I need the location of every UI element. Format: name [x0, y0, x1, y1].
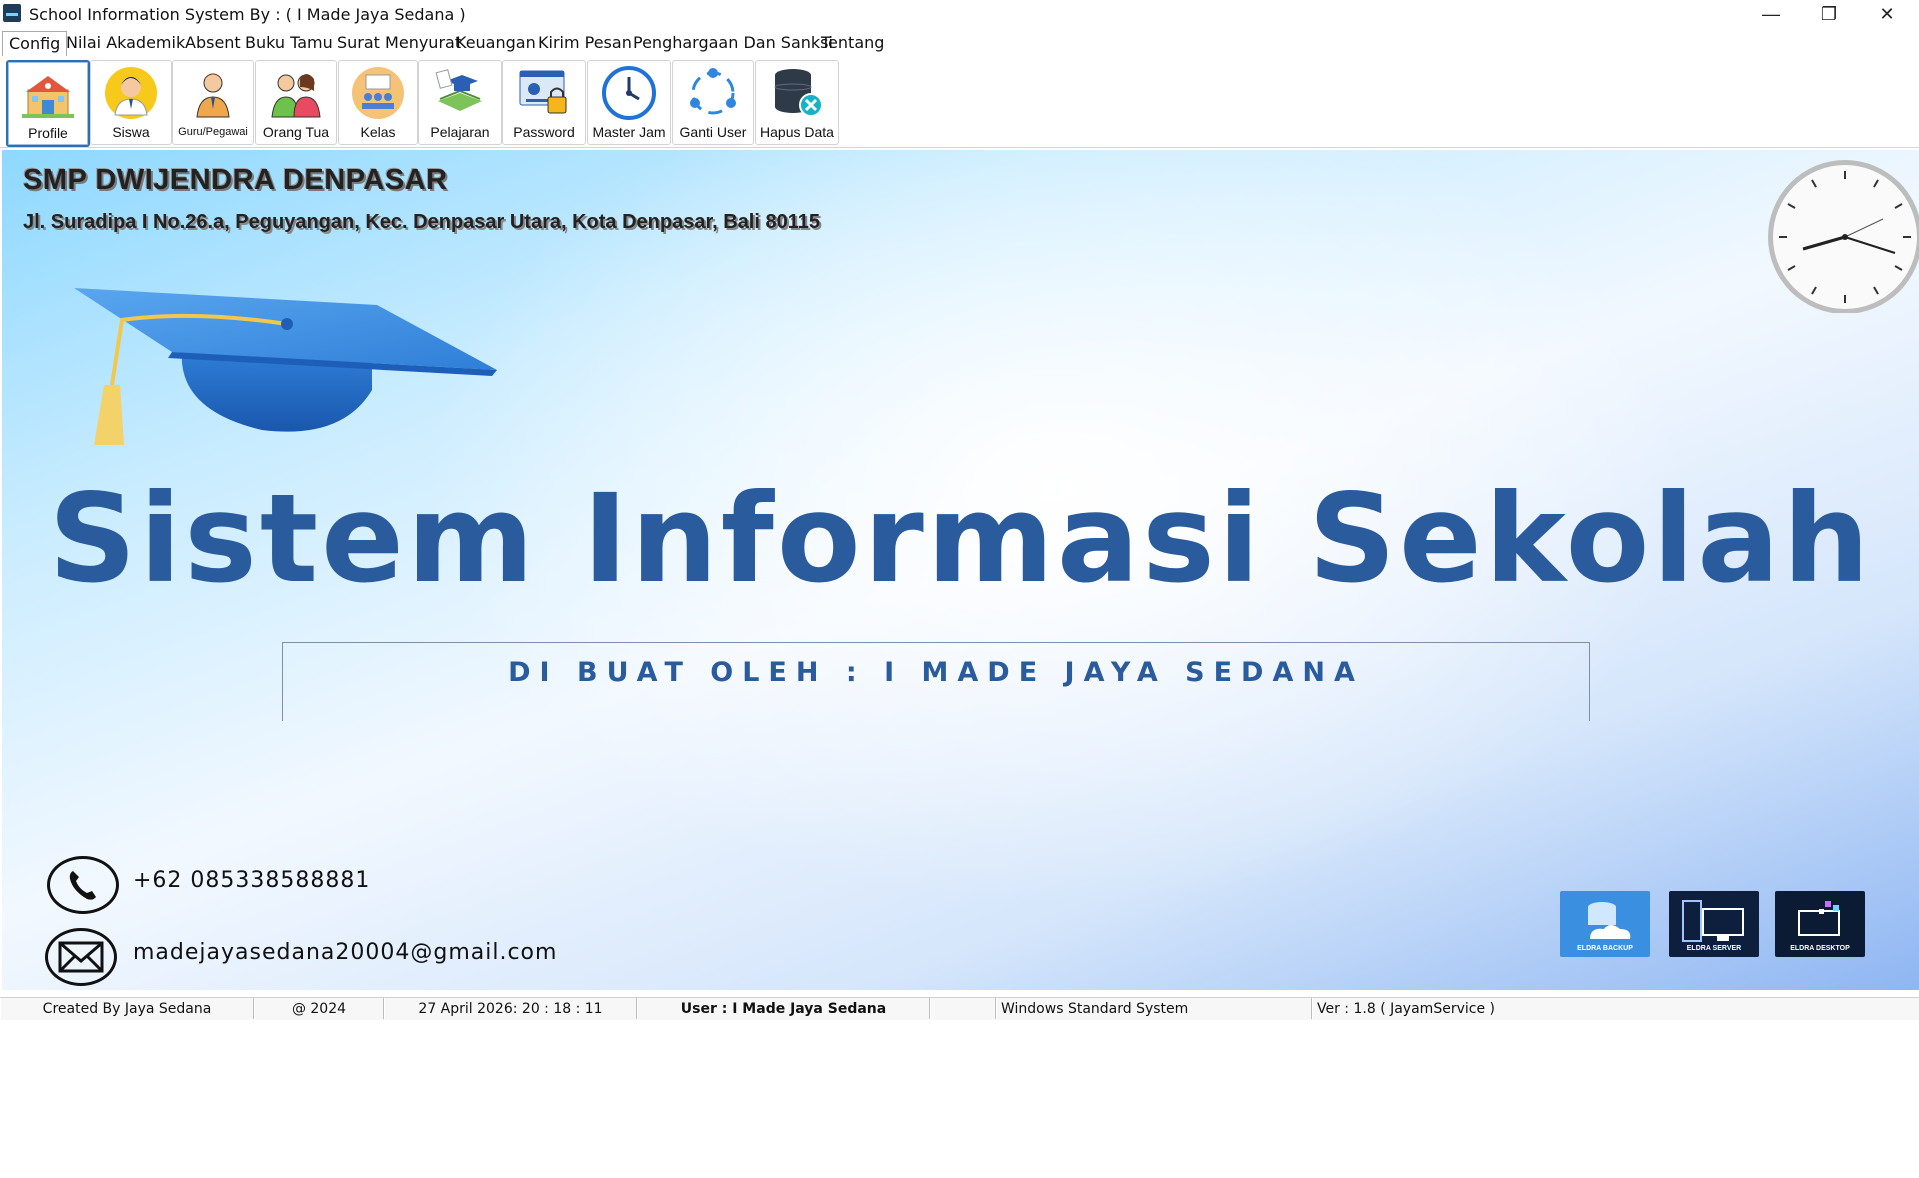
email-icon	[45, 928, 117, 986]
phone-icon	[47, 856, 119, 914]
toolbar-ganti-user-button[interactable]: Ganti User	[672, 60, 754, 145]
toolbar-label: Kelas	[360, 124, 396, 140]
minimize-button[interactable]: —	[1742, 0, 1800, 29]
status-datetime: 27 April 2026: 20 : 18 : 11	[384, 998, 637, 1019]
email-address: madejayasedana20004@gmail.com	[133, 940, 558, 965]
headline: Sistem Informasi Sekolah	[48, 468, 1873, 610]
classroom-icon	[352, 67, 404, 119]
toolbar-label: Ganti User	[679, 124, 747, 140]
student-icon	[105, 67, 157, 119]
eldra-server-logo[interactable]: ELDRA SERVER	[1669, 891, 1759, 957]
menu-buku-tamu[interactable]: Buku Tamu	[243, 33, 335, 52]
phone-number: +62 085338588881	[133, 868, 371, 893]
switch-user-icon	[690, 68, 736, 115]
eldra-backup-logo[interactable]: ELDRA BACKUP	[1560, 891, 1650, 957]
main-panel: SMP DWIJENDRA DENPASAR Jl. Suradipa I No…	[2, 150, 1919, 990]
menu-config[interactable]: Config	[2, 31, 68, 56]
window-title: School Information System By : ( I Made …	[29, 5, 466, 24]
toolbar-profile-button[interactable]: Profile	[6, 60, 90, 147]
toolbar-orang-tua-button[interactable]: Orang Tua	[255, 60, 337, 145]
restore-button[interactable]: ❐	[1800, 0, 1858, 29]
graduation-cap-image	[74, 288, 497, 445]
toolbar-label: Password	[513, 124, 575, 140]
credit-box: DI BUAT OLEH : I MADE JAYA SEDANA	[282, 642, 1590, 721]
toolbar-kelas-button[interactable]: Kelas	[338, 60, 418, 145]
toolbar-label: Guru/Pegawai	[178, 126, 248, 138]
status-version: Ver : 1.8 ( JayamService )	[1312, 998, 1919, 1019]
menu-keuangan[interactable]: Keuangan	[454, 33, 538, 52]
toolbar-label: Siswa	[112, 124, 150, 140]
analog-clock	[1768, 160, 1919, 313]
toolbar-hapus-data-button[interactable]: Hapus Data	[755, 60, 839, 145]
toolbar-pelajaran-button[interactable]: Pelajaran	[418, 60, 502, 145]
menu-penghargaan-dan-sanksi[interactable]: Penghargaan Dan Sanksi	[631, 33, 835, 52]
menu-tentang[interactable]: Tentang	[819, 33, 886, 52]
delete-database-icon	[774, 69, 823, 117]
toolbar-siswa-button[interactable]: Siswa	[90, 60, 172, 145]
credit-text: DI BUAT OLEH : I MADE JAYA SEDANA	[508, 657, 1364, 688]
parents-icon	[271, 74, 321, 118]
toolbar-guru-pegawai-button[interactable]: Guru/Pegawai	[172, 60, 254, 145]
status-year: @ 2024	[254, 998, 384, 1019]
toolbar-master-jam-button[interactable]: Master Jam	[587, 60, 671, 145]
menu-absent[interactable]: Absent	[183, 33, 243, 52]
password-lock-icon	[519, 70, 567, 114]
clock-icon	[602, 66, 656, 120]
logo-label: ELDRA BACKUP	[1577, 945, 1633, 952]
toolbar: Profile Siswa Guru/Pegawai Orang Tua Kel…	[0, 57, 1919, 148]
menu-kirim-pesan[interactable]: Kirim Pesan	[536, 33, 634, 52]
school-address: Jl. Suradipa I No.26.a, Peguyangan, Kec.…	[23, 211, 820, 233]
status-user: User : I Made Jaya Sedana	[637, 998, 930, 1019]
school-name: SMP DWIJENDRA DENPASAR	[23, 164, 448, 196]
logo-label: ELDRA DESKTOP	[1790, 945, 1850, 952]
toolbar-label: Hapus Data	[760, 124, 834, 140]
menu-nilai-akademik[interactable]: Nilai Akademik	[64, 33, 187, 52]
logo-label: ELDRA SERVER	[1686, 945, 1742, 952]
status-created-by: Created By Jaya Sedana	[0, 998, 254, 1019]
menu-bar: Config Nilai Akademik Absent Buku Tamu S…	[0, 30, 1919, 56]
eldra-desktop-logo[interactable]: ELDRA DESKTOP	[1775, 891, 1865, 957]
toolbar-label: Master Jam	[592, 124, 666, 140]
toolbar-password-button[interactable]: Password	[502, 60, 586, 145]
toolbar-label: Pelajaran	[430, 124, 490, 140]
status-bar: Created By Jaya Sedana @ 2024 27 April 2…	[0, 997, 1919, 1020]
status-blank	[930, 998, 996, 1019]
school-building-icon	[22, 76, 74, 118]
close-button[interactable]: ✕	[1858, 0, 1916, 29]
toolbar-label: Orang Tua	[262, 124, 330, 140]
graduation-book-icon	[435, 69, 482, 111]
status-system: Windows Standard System	[996, 998, 1312, 1019]
title-bar: School Information System By : ( I Made …	[0, 0, 1919, 29]
app-icon	[3, 4, 21, 22]
toolbar-label: Profile	[28, 125, 68, 141]
menu-surat-menyurat[interactable]: Surat Menyurat	[335, 33, 463, 52]
teacher-icon	[196, 73, 230, 118]
